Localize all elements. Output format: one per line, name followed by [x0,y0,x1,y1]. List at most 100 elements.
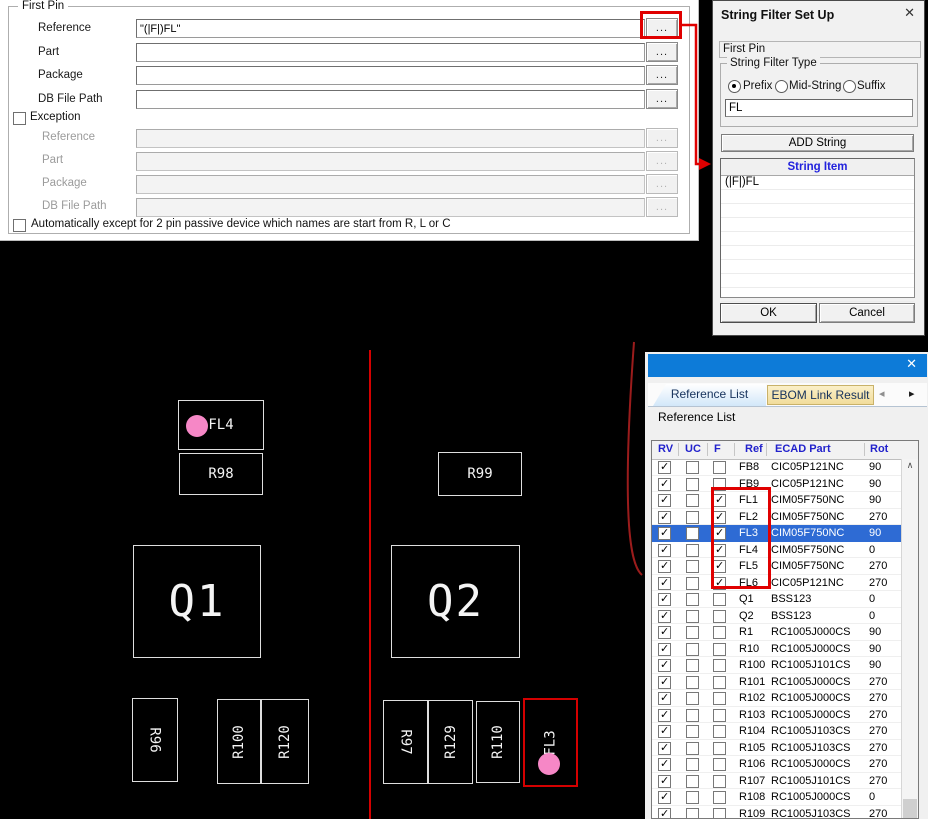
table-row[interactable]: FL6CIC05P121NC270 [652,575,902,592]
uc-checkbox[interactable] [686,692,699,705]
pcb-component-r120[interactable]: R120 [261,699,309,784]
rv-checkbox[interactable] [658,527,671,540]
cancel-button[interactable]: Cancel [819,303,915,323]
rv-checkbox[interactable] [658,577,671,590]
vertical-scrollbar[interactable]: ∧ [901,459,918,818]
uc-checkbox[interactable] [686,758,699,771]
table-row[interactable]: FL1CIM05F750NC90 [652,492,902,509]
table-row[interactable]: R109RC1005J103CS270 [652,806,902,819]
rv-checkbox[interactable] [658,692,671,705]
rv-checkbox[interactable] [658,593,671,606]
pcb-component-r96[interactable]: R96 [132,698,178,782]
rv-checkbox[interactable] [658,511,671,524]
pcb-component-q1[interactable]: Q1 [133,545,261,658]
f-checkbox[interactable] [713,610,726,623]
col-rv[interactable]: RV [658,443,673,455]
col-uc[interactable]: UC [685,443,701,455]
prefix-radio[interactable] [728,80,741,93]
table-row[interactable]: R105RC1005J103CS270 [652,740,902,757]
uc-checkbox[interactable] [686,791,699,804]
string-item[interactable]: (|F|)FL [721,176,914,190]
uc-checkbox[interactable] [686,544,699,557]
f-checkbox[interactable] [713,709,726,722]
table-row[interactable]: R100RC1005J101CS90 [652,657,902,674]
rv-checkbox[interactable] [658,544,671,557]
part-input[interactable] [136,43,645,62]
uc-checkbox[interactable] [686,478,699,491]
col-rot[interactable]: Rot [870,443,888,455]
mid-string-radio[interactable] [775,80,788,93]
close-icon[interactable]: ✕ [906,357,917,372]
table-row[interactable]: R101RC1005J000CS270 [652,674,902,691]
rv-checkbox[interactable] [658,725,671,738]
package-input[interactable] [136,66,645,85]
tab-reference-list[interactable]: Reference List [653,384,766,406]
suffix-radio[interactable] [843,80,856,93]
tab-scroll-left-icon[interactable]: ◂ [879,387,885,400]
tab-ebom-link-result[interactable]: EBOM Link Result [767,385,874,405]
table-row[interactable]: R107RC1005J101CS270 [652,773,902,790]
uc-checkbox[interactable] [686,643,699,656]
uc-checkbox[interactable] [686,527,699,540]
auto-except-checkbox[interactable] [13,219,26,232]
f-checkbox[interactable] [713,676,726,689]
rv-checkbox[interactable] [658,659,671,672]
uc-checkbox[interactable] [686,560,699,573]
rv-checkbox[interactable] [658,791,671,804]
panel-titlebar[interactable]: ✕ [648,354,927,377]
db-file-path-browse-button[interactable]: ... [646,89,678,109]
uc-checkbox[interactable] [686,808,699,819]
rv-checkbox[interactable] [658,775,671,788]
pcb-component-r100[interactable]: R100 [217,699,261,784]
pcb-component-r98[interactable]: R98 [179,453,263,495]
rv-checkbox[interactable] [658,626,671,639]
f-checkbox[interactable] [713,742,726,755]
f-checkbox[interactable] [713,626,726,639]
scrollbar-thumb[interactable] [903,799,917,819]
string-item-list[interactable]: String Item (|F|)FL [720,158,915,298]
scroll-up-icon[interactable]: ∧ [902,459,918,474]
f-checkbox[interactable] [713,775,726,788]
f-checkbox[interactable] [713,593,726,606]
f-checkbox[interactable] [713,659,726,672]
uc-checkbox[interactable] [686,511,699,524]
pcb-component-r97[interactable]: R97 [383,700,428,784]
f-checkbox[interactable] [713,791,726,804]
uc-checkbox[interactable] [686,593,699,606]
db-file-path-input[interactable] [136,90,645,109]
uc-checkbox[interactable] [686,742,699,755]
table-row[interactable]: FB9CIC05P121NC90 [652,476,902,493]
table-row[interactable]: Q1BSS1230 [652,591,902,608]
pcb-component-r99[interactable]: R99 [438,452,522,496]
rv-checkbox[interactable] [658,461,671,474]
col-ecad-part[interactable]: ECAD Part [775,443,831,455]
table-row[interactable]: R103RC1005J000CS270 [652,707,902,724]
pcb-component-r110[interactable]: R110 [476,701,520,783]
f-checkbox[interactable] [713,643,726,656]
uc-checkbox[interactable] [686,610,699,623]
reference-input[interactable] [136,19,645,38]
uc-checkbox[interactable] [686,461,699,474]
f-checkbox[interactable] [713,461,726,474]
f-checkbox[interactable] [713,725,726,738]
tab-scroll-right-icon[interactable]: ▸ [909,387,915,400]
uc-checkbox[interactable] [686,494,699,507]
f-checkbox[interactable] [713,692,726,705]
table-row[interactable]: FL3CIM05F750NC90 [652,525,902,542]
table-row[interactable]: FL2CIM05F750NC270 [652,509,902,526]
rv-checkbox[interactable] [658,742,671,755]
table-row[interactable]: R104RC1005J103CS270 [652,723,902,740]
pcb-component-r129[interactable]: R129 [428,700,473,784]
table-row[interactable]: R10RC1005J000CS90 [652,641,902,658]
table-row[interactable]: FB8CIC05P121NC90 [652,459,902,476]
uc-checkbox[interactable] [686,775,699,788]
ok-button[interactable]: OK [720,303,817,323]
filter-string-input[interactable] [725,99,913,117]
col-ref[interactable]: Ref [745,443,763,455]
uc-checkbox[interactable] [686,709,699,722]
table-row[interactable]: FL5CIM05F750NC270 [652,558,902,575]
uc-checkbox[interactable] [686,626,699,639]
rv-checkbox[interactable] [658,808,671,819]
uc-checkbox[interactable] [686,659,699,672]
rv-checkbox[interactable] [658,478,671,491]
